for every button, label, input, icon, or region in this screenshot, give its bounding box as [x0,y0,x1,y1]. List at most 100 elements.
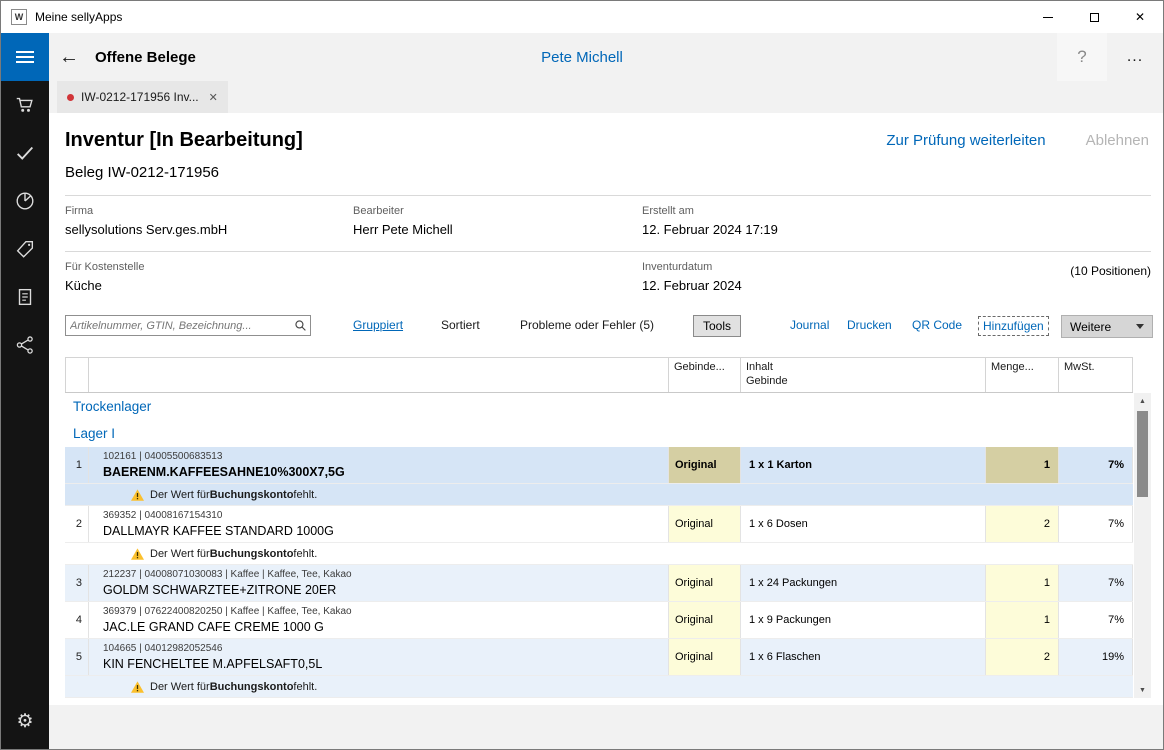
more-dropdown-label: Weitere [1070,320,1111,334]
field-value: Küche [65,278,353,293]
warning-text-pre: Der Wert für [150,681,210,693]
field-kostenstelle: Für Kostenstelle Küche [65,252,353,307]
table-row[interactable]: 1 102161 | 04005500683513 BAERENM.KAFFEE… [65,447,1133,484]
maximize-button[interactable] [1071,1,1117,33]
warning-text-post: fehlt. [293,681,317,693]
header-more-button[interactable]: ... [1107,33,1163,81]
window-title: Meine sellyApps [35,10,122,24]
mwst-cell: 7% [1059,565,1133,601]
menge-cell[interactable]: 1 [986,565,1059,601]
minimize-button[interactable] [1025,1,1071,33]
article-cell[interactable]: 212237 | 04008071030083 | Kaffee | Kaffe… [89,565,669,601]
sidebar-item-catalog[interactable] [1,273,49,321]
table-header-row: Gebinde... Inhalt Gebinde Menge... MwSt. [65,357,1133,393]
article-cell[interactable]: 102161 | 04005500683513 BAERENM.KAFFEESA… [89,447,669,483]
warning-row: Der Wert für Buchungskonto fehlt. [65,543,1133,565]
inhalt-cell[interactable]: 1 x 6 Dosen [741,506,986,542]
gebinde-cell[interactable]: Original [669,506,741,542]
search-input[interactable] [66,320,290,332]
menge-cell[interactable]: 2 [986,506,1059,542]
back-button[interactable]: ← [49,33,89,81]
search-box [65,315,311,336]
scroll-up-arrow[interactable]: ▲ [1134,393,1151,409]
gebinde-cell[interactable]: Original [669,639,741,675]
article-cell[interactable]: 369352 | 04008167154310 DALLMAYR KAFFEE … [89,506,669,542]
print-link[interactable]: Drucken [847,315,892,332]
sidebar-item-settings[interactable]: ⚙ [1,697,49,745]
help-button[interactable]: ? [1057,33,1107,81]
header-article[interactable] [89,358,669,392]
inhalt-cell[interactable]: 1 x 24 Packungen [741,565,986,601]
hamburger-menu-button[interactable] [1,33,49,81]
catalog-icon [14,286,36,308]
warning-icon [131,489,144,501]
row-number: 2 [65,506,89,542]
search-icon[interactable] [290,319,310,332]
field-value: 12. Februar 2024 17:19 [642,222,1151,237]
tools-button[interactable]: Tools [693,315,741,337]
field-erstellt-am: Erstellt am 12. Februar 2024 17:19 [642,196,1151,251]
more-dropdown-button[interactable]: Weitere [1061,315,1153,338]
header-mwst[interactable]: MwSt. [1059,358,1133,392]
article-cell[interactable]: 104665 | 04012982052546 KIN FENCHELTEE M… [89,639,669,675]
scroll-down-arrow[interactable]: ▼ [1134,682,1151,698]
table-row[interactable]: 2 369352 | 04008167154310 DALLMAYR KAFFE… [65,506,1133,543]
sidebar-item-tasks[interactable] [1,129,49,177]
vertical-scrollbar[interactable]: ▲ ▼ [1134,393,1151,698]
table-row[interactable]: 5 104665 | 04012982052546 KIN FENCHELTEE… [65,639,1133,676]
article-meta: 104665 | 04012982052546 [103,642,664,656]
tab-inventur[interactable]: IW-0212-171956 Inv... ✕ [57,81,228,113]
menge-cell[interactable]: 1 [986,602,1059,638]
inhalt-cell[interactable]: 1 x 9 Packungen [741,602,986,638]
header-menge[interactable]: Menge... [986,358,1059,392]
tab-strip: IW-0212-171956 Inv... ✕ [49,81,1163,113]
back-arrow-icon: ← [59,46,79,69]
article-meta: 212237 | 04008071030083 | Kaffee | Kaffe… [103,568,664,582]
close-icon: ✕ [1135,11,1145,23]
gebinde-cell[interactable]: Original [669,565,741,601]
group-row-lager-i[interactable]: Lager I [65,420,1133,447]
menge-cell[interactable]: 2 [986,639,1059,675]
sidebar-item-share[interactable] [1,321,49,369]
sidebar-item-reports[interactable] [1,177,49,225]
header-gebinde[interactable]: Gebinde... [669,358,741,392]
tab-label: IW-0212-171956 Inv... [81,90,199,104]
scrollbar-thumb[interactable] [1137,411,1148,497]
journal-link[interactable]: Journal [790,315,829,332]
close-button[interactable]: ✕ [1117,1,1163,33]
sidebar-item-cart[interactable] [1,81,49,129]
article-name: DALLMAYR KAFFEE STANDARD 1000G [103,523,664,539]
inhalt-cell[interactable]: 1 x 6 Flaschen [741,639,986,675]
add-link[interactable]: Hinzufügen [978,316,1049,336]
warning-text-bold: Buchungskonto [210,681,294,693]
gebinde-cell[interactable]: Original [669,602,741,638]
mwst-cell: 19% [1059,639,1133,675]
article-cell[interactable]: 369379 | 07622400820250 | Kaffee | Kaffe… [89,602,669,638]
warning-text-pre: Der Wert für [150,548,210,560]
problems-filter[interactable]: Probleme oder Fehler (5) [520,315,654,332]
grouped-toggle[interactable]: Gruppiert [353,315,403,332]
field-firma: Firma sellysolutions Serv.ges.mbH [65,196,353,251]
inhalt-cell[interactable]: 1 x 1 Karton [741,447,986,483]
tab-close-icon[interactable]: ✕ [209,91,218,104]
warning-text-post: fehlt. [293,548,317,560]
header-inhalt-gebinde[interactable]: Inhalt Gebinde [741,358,986,392]
gebinde-cell[interactable]: Original [669,447,741,483]
table-row[interactable]: 3 212237 | 04008071030083 | Kaffee | Kaf… [65,565,1133,602]
reject-link[interactable]: Ablehnen [1086,132,1149,149]
warning-text-bold: Buchungskonto [210,548,294,560]
row-number: 4 [65,602,89,638]
qr-code-link[interactable]: QR Code [912,315,962,332]
sidebar-item-prices[interactable] [1,225,49,273]
group-row-trockenlager[interactable]: Trockenlager [65,393,1133,420]
share-icon [14,334,36,356]
row-number: 1 [65,447,89,483]
menge-cell[interactable]: 1 [986,447,1059,483]
cart-icon [14,94,36,116]
table-row[interactable]: 4 369379 | 07622400820250 | Kaffee | Kaf… [65,602,1133,639]
sorted-toggle[interactable]: Sortiert [441,315,480,332]
mwst-cell: 7% [1059,506,1133,542]
forward-for-review-link[interactable]: Zur Prüfung weiterleiten [886,132,1045,149]
warning-text-pre: Der Wert für [150,489,210,501]
article-name: KIN FENCHELTEE M.APFELSAFT0,5L [103,656,664,672]
